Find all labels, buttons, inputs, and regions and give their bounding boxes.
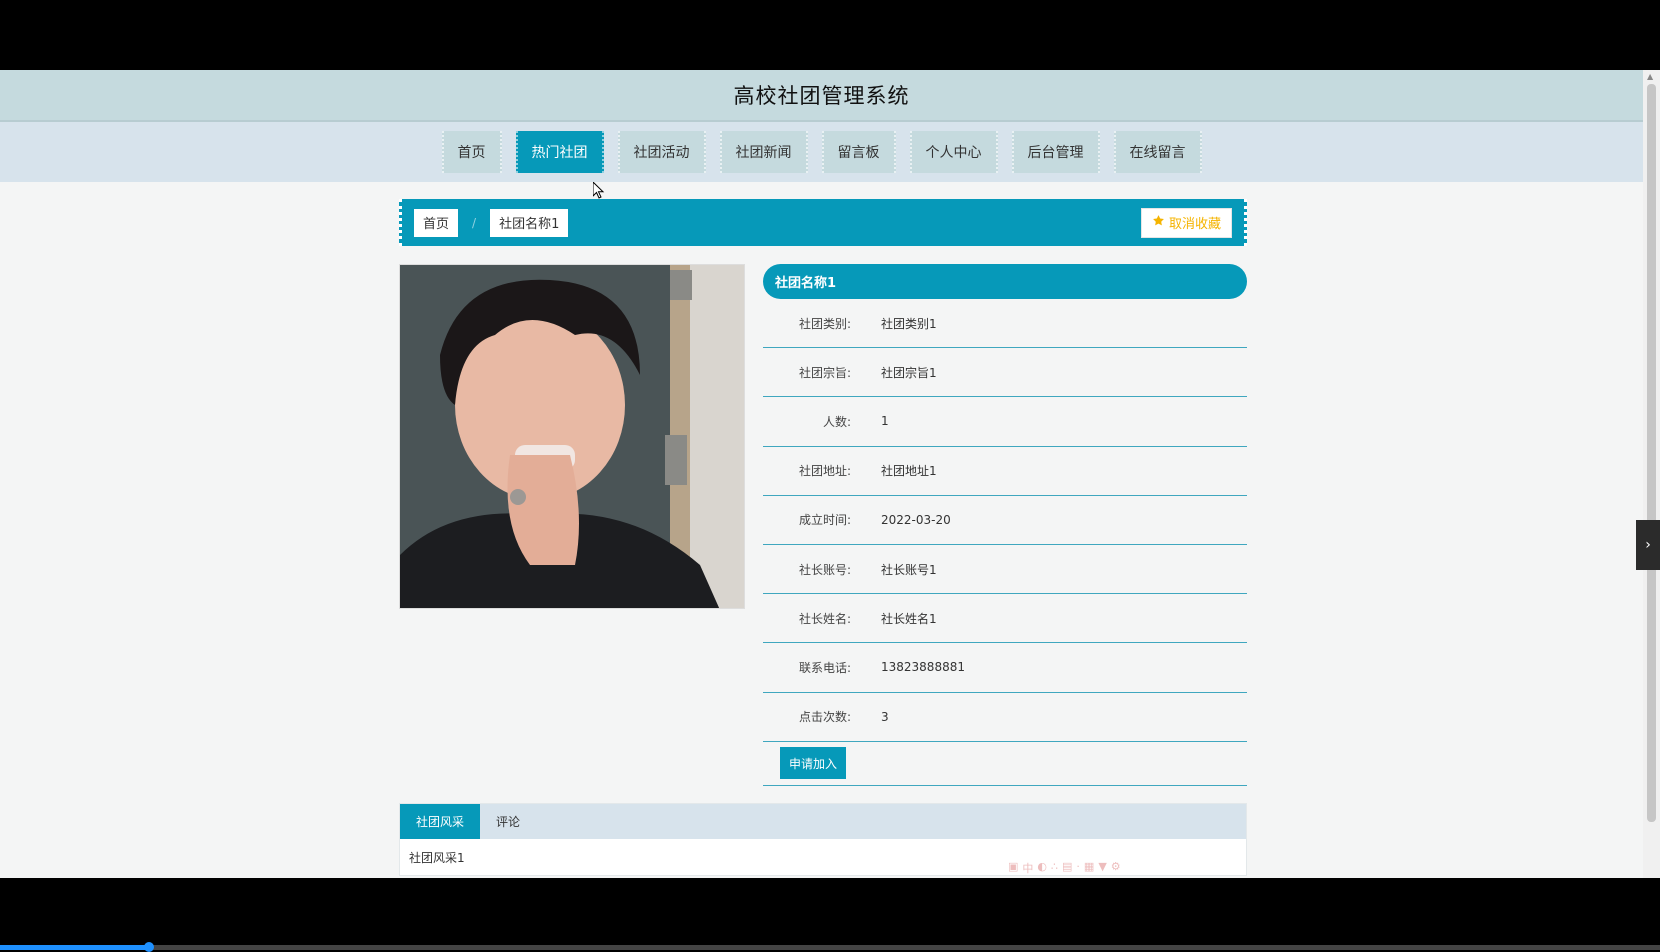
field-value: 社团类别1 xyxy=(881,316,937,331)
club-name-heading: 社团名称1 xyxy=(763,264,1247,299)
tab-club-style[interactable]: 社团风采 xyxy=(400,804,481,839)
nav-item-online-message[interactable]: 在线留言 xyxy=(1113,131,1202,173)
site-header: 高校社团管理系统 xyxy=(0,70,1643,122)
video-progress-fill xyxy=(0,945,150,950)
unfavorite-button[interactable]: 取消收藏 xyxy=(1140,207,1232,238)
breadcrumb: 首页 / 社团名称1 取消收藏 xyxy=(399,199,1247,246)
field-value: 社长姓名1 xyxy=(881,611,937,626)
field-value: 社团宗旨1 xyxy=(881,365,937,380)
scroll-up-icon[interactable]: ▲ xyxy=(1647,72,1653,81)
field-label: 社团宗旨: xyxy=(798,365,851,380)
site-title: 高校社团管理系统 xyxy=(733,84,910,108)
apply-join-button[interactable]: 申请加入 xyxy=(780,747,847,780)
video-progress-bar[interactable] xyxy=(0,942,1660,952)
main-nav: 首页 热门社团 社团活动 社团新闻 留言板 个人中心 后台管理 在线留言 xyxy=(0,122,1643,182)
field-label: 社团类别: xyxy=(798,316,851,331)
field-value: 2022-03-20 xyxy=(881,512,951,527)
apply-row: 申请加入 xyxy=(763,742,1247,786)
video-progress-knob[interactable] xyxy=(144,942,155,952)
info-row-member-count: 人数: 1 xyxy=(763,397,1247,447)
unfavorite-label: 取消收藏 xyxy=(1168,217,1221,232)
side-panel-toggle[interactable]: › xyxy=(1636,520,1660,570)
nav-item-personal-center[interactable]: 个人中心 xyxy=(909,131,998,173)
breadcrumb-separator: / xyxy=(472,215,477,230)
field-label: 人数: xyxy=(822,414,851,429)
browser-viewport: 高校社团管理系统 首页 热门社团 社团活动 社团新闻 留言板 个人中心 后台管理… xyxy=(0,70,1660,878)
tab-bar: 社团风采 评论 xyxy=(400,804,1246,839)
breadcrumb-current: 社团名称1 xyxy=(490,208,569,237)
field-label: 社长姓名: xyxy=(798,611,851,626)
club-photo xyxy=(399,264,745,609)
field-label: 点击次数: xyxy=(798,710,851,725)
field-value: 1 xyxy=(881,414,889,429)
ime-toolbar-icon: ▣ 中 ◐ ∴ ▤ · ▦ ▼ ⚙ xyxy=(1008,860,1121,875)
info-row-leader-name: 社长姓名: 社长姓名1 xyxy=(763,594,1247,644)
screen-top-letterbox xyxy=(0,0,1660,70)
tab-comments[interactable]: 评论 xyxy=(480,804,536,839)
page-scrollbar[interactable]: ▲ xyxy=(1643,70,1660,878)
info-row-address: 社团地址: 社团地址1 xyxy=(763,447,1247,496)
club-info-panel: 社团名称1 社团类别: 社团类别1 社团宗旨: 社团宗旨1 人数: 1 社团地址… xyxy=(763,264,1247,786)
info-row-phone: 联系电话: 13823888881 xyxy=(763,643,1247,693)
nav-item-club-news[interactable]: 社团新闻 xyxy=(719,131,808,173)
info-row-founded-date: 成立时间: 2022-03-20 xyxy=(763,496,1247,545)
field-value: 社团地址1 xyxy=(881,464,937,479)
info-row-category: 社团类别: 社团类别1 xyxy=(763,299,1247,349)
nav-item-club-activities[interactable]: 社团活动 xyxy=(617,131,706,173)
field-value: 13823888881 xyxy=(881,660,965,675)
nav-item-hot-clubs[interactable]: 热门社团 xyxy=(515,131,604,173)
info-row-click-count: 点击次数: 3 xyxy=(763,693,1247,742)
nav-item-home[interactable]: 首页 xyxy=(441,131,502,173)
field-value: 3 xyxy=(881,709,889,724)
info-row-purpose: 社团宗旨: 社团宗旨1 xyxy=(763,348,1247,398)
info-row-leader-account: 社长账号: 社长账号1 xyxy=(763,545,1247,595)
field-label: 成立时间: xyxy=(798,513,851,528)
breadcrumb-home-link[interactable]: 首页 xyxy=(414,208,459,237)
field-label: 社团地址: xyxy=(798,464,851,479)
nav-item-message-board[interactable]: 留言板 xyxy=(821,131,896,173)
star-icon xyxy=(1152,214,1165,231)
screen-bottom-letterbox xyxy=(0,878,1660,950)
chevron-right-icon: › xyxy=(1645,537,1651,553)
field-value: 社长账号1 xyxy=(881,562,937,577)
field-label: 社长账号: xyxy=(798,562,851,577)
nav-item-admin[interactable]: 后台管理 xyxy=(1011,131,1100,173)
mouse-cursor-icon xyxy=(593,182,605,199)
field-label: 联系电话: xyxy=(798,660,851,675)
scrollbar-thumb[interactable] xyxy=(1647,84,1656,822)
